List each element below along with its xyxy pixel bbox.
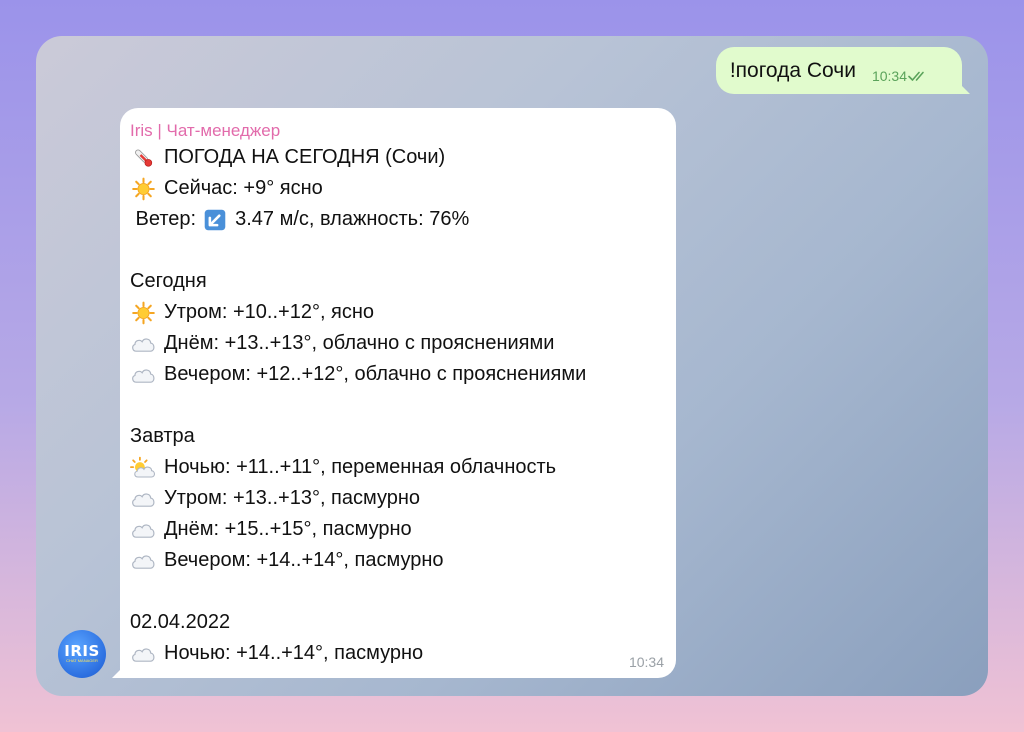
sun-icon (130, 177, 157, 201)
today-evening-text: Вечером: +12..+12°, облачно с прояснения… (164, 363, 587, 385)
today-heading: Сегодня (130, 270, 207, 292)
today-morning-line: Утром: +10..+12°, ясно (130, 297, 666, 328)
sun-behind-cloud-icon (130, 456, 157, 480)
date-night-text: Ночью: +14..+14°, пасмурно (164, 642, 424, 664)
weather-header-text: ПОГОДА НА СЕГОДНЯ (Сочи) (164, 146, 446, 168)
tomorrow-night-line: Ночью: +11..+11°, переменная облачность (130, 452, 666, 483)
cloud-icon (130, 518, 157, 542)
today-evening-line: Вечером: +12..+12°, облачно с прояснения… (130, 359, 666, 390)
double-check-icon (908, 71, 924, 81)
cloud-icon (130, 332, 157, 356)
incoming-bubble-tail (112, 664, 126, 678)
thermometer-icon (135, 149, 153, 167)
tomorrow-morning-line: Утром: +13..+13°, пасмурно (130, 483, 666, 514)
tomorrow-heading: Завтра (130, 425, 195, 447)
outgoing-message-text: !погода Сочи (729, 58, 856, 82)
date-night-line: Ночью: +14..+14°, пасмурно (130, 638, 666, 669)
outgoing-message-time: 10:34 (871, 67, 907, 84)
arrow-down-left-icon (204, 209, 226, 230)
outgoing-message[interactable]: !погода Сочи 10:34 (715, 47, 970, 94)
current-weather-text: Сейчас: +9° ясно (164, 177, 323, 199)
avatar[interactable]: IRIS CHAT MANAGER (58, 630, 106, 678)
tomorrow-day-line: Днём: +15..+15°, пасмурно (130, 514, 666, 545)
outgoing-bubble-tail (956, 80, 970, 94)
tomorrow-evening-text: Вечером: +14..+14°, пасмурно (164, 549, 444, 571)
date-heading: 02.04.2022 (130, 611, 231, 633)
cloud-icon (130, 549, 157, 573)
wind-line: Ветер: 3.47 м/с, влажность: 76% (130, 204, 666, 235)
weather-header-line: ПОГОДА НА СЕГОДНЯ (Сочи) (130, 142, 666, 173)
incoming-message-time: 10:34 (628, 654, 664, 670)
outgoing-message-meta: 10:34 (872, 68, 930, 84)
sun-icon (130, 301, 157, 325)
cloud-icon (130, 363, 157, 387)
today-morning-text: Утром: +10..+12°, ясно (164, 301, 375, 323)
chat-window: !погода Сочи 10:34 Iris | Чат-менеджер П… (36, 36, 988, 696)
avatar-logo: IRIS (64, 642, 100, 660)
sender-name[interactable]: Iris | Чат-менеджер (130, 120, 666, 142)
wind-label: Ветер: (130, 208, 197, 230)
wind-value: 3.47 м/с, влажность: 76% (235, 208, 470, 230)
cloud-icon (130, 487, 157, 511)
avatar-subtitle: CHAT MANAGER (66, 658, 98, 663)
tomorrow-evening-line: Вечером: +14..+14°, пасмурно (130, 545, 666, 576)
tomorrow-morning-text: Утром: +13..+13°, пасмурно (164, 487, 421, 509)
current-weather-line: Сейчас: +9° ясно (130, 173, 666, 204)
today-day-line: Днём: +13..+13°, облачно с прояснениями (130, 328, 666, 359)
today-day-text: Днём: +13..+13°, облачно с прояснениями (164, 332, 555, 354)
cloud-icon (130, 642, 157, 666)
incoming-message[interactable]: Iris | Чат-менеджер ПОГОДА НА СЕГОДНЯ (С… (112, 108, 676, 678)
tomorrow-day-text: Днём: +15..+15°, пасмурно (164, 518, 412, 540)
tomorrow-night-text: Ночью: +11..+11°, переменная облачность (164, 456, 557, 478)
